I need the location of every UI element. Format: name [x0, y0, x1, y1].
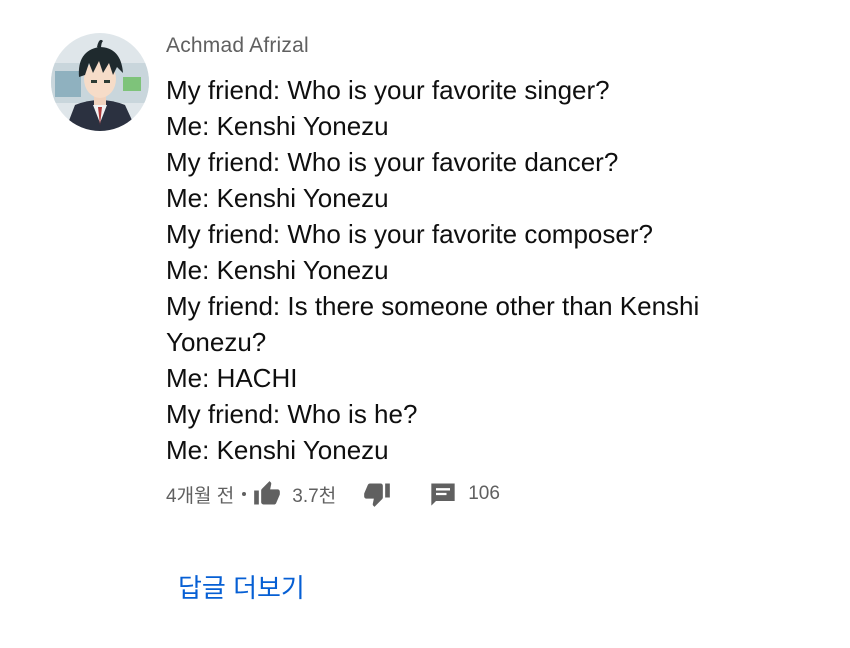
comment-line: Me: Kenshi Yonezu: [166, 111, 389, 141]
comment-line: Me: Kenshi Yonezu: [166, 183, 389, 213]
thumbs-up-icon: [254, 481, 281, 505]
comment-line: My friend: Who is he?: [166, 399, 418, 429]
comment-line: My friend: Who is your favorite dancer?: [166, 147, 619, 177]
comment-line: My friend: Who is your favorite singer?: [166, 75, 610, 105]
comment-line: My friend: Who is your favorite composer…: [166, 219, 653, 249]
comment-timestamp[interactable]: 4개월 전: [166, 481, 234, 508]
thumbs-down-icon: [364, 483, 391, 507]
comment-body: My friend: Who is your favorite singer? …: [166, 72, 806, 468]
separator-dot: [242, 492, 247, 496]
like-count: 3.7천: [292, 485, 337, 507]
dislike-button[interactable]: [362, 480, 392, 508]
avatar-image: [51, 33, 149, 131]
like-button[interactable]: [252, 480, 282, 508]
comment-thread: Achmad Afrizal My friend: Who is your fa…: [0, 0, 850, 648]
avatar[interactable]: [51, 33, 149, 131]
author-name[interactable]: Achmad Afrizal: [166, 34, 309, 58]
reply-button[interactable]: [428, 480, 458, 508]
comment-line: Yonezu?: [166, 327, 267, 357]
comment-actions: 4개월 전 3.7천 106: [166, 476, 500, 512]
reply-count: 106: [468, 483, 500, 504]
comment-line: Me: HACHI: [166, 363, 298, 393]
comment-icon: [431, 483, 455, 506]
comment-line: Me: Kenshi Yonezu: [166, 255, 389, 285]
view-more-replies-link[interactable]: 답글 더보기: [178, 568, 305, 605]
comment-line: Me: Kenshi Yonezu: [166, 435, 389, 465]
comment-line: My friend: Is there someone other than K…: [166, 291, 700, 321]
